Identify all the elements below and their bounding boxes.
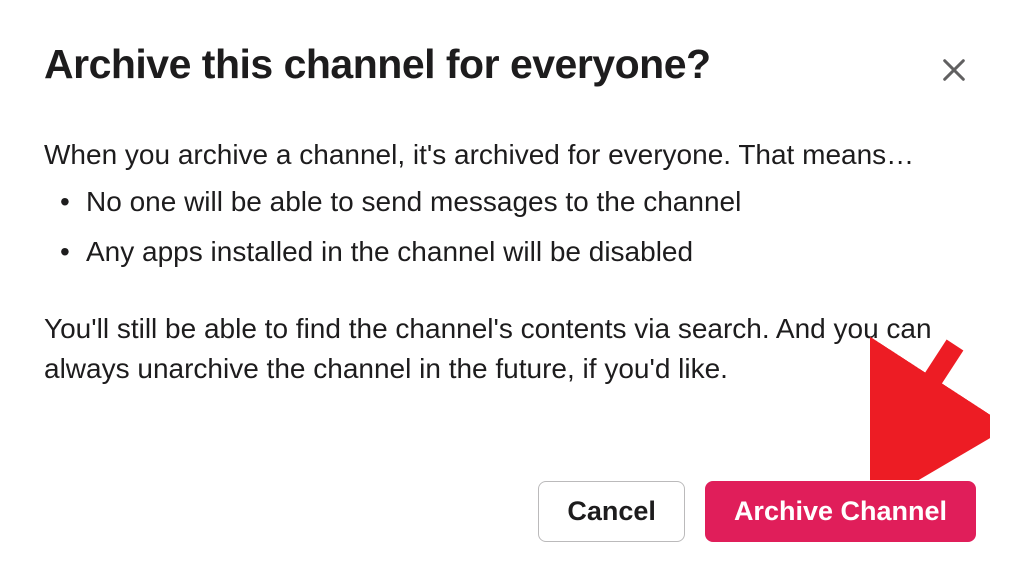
archive-channel-dialog: Archive this channel for everyone? When … [0,0,1020,578]
dialog-body: When you archive a channel, it's archive… [44,135,976,390]
dialog-header: Archive this channel for everyone? [44,40,976,95]
close-icon [938,54,970,89]
intro-text: When you archive a channel, it's archive… [44,135,976,176]
archive-channel-button[interactable]: Archive Channel [705,481,976,542]
dialog-footer: Cancel Archive Channel [538,481,976,542]
footer-text: You'll still be able to find the channel… [44,309,976,390]
list-item: No one will be able to send messages to … [44,182,976,223]
cancel-button[interactable]: Cancel [538,481,685,542]
list-item: Any apps installed in the channel will b… [44,232,976,273]
close-button[interactable] [932,48,976,95]
bullet-list: No one will be able to send messages to … [44,182,976,273]
dialog-title: Archive this channel for everyone? [44,40,711,89]
